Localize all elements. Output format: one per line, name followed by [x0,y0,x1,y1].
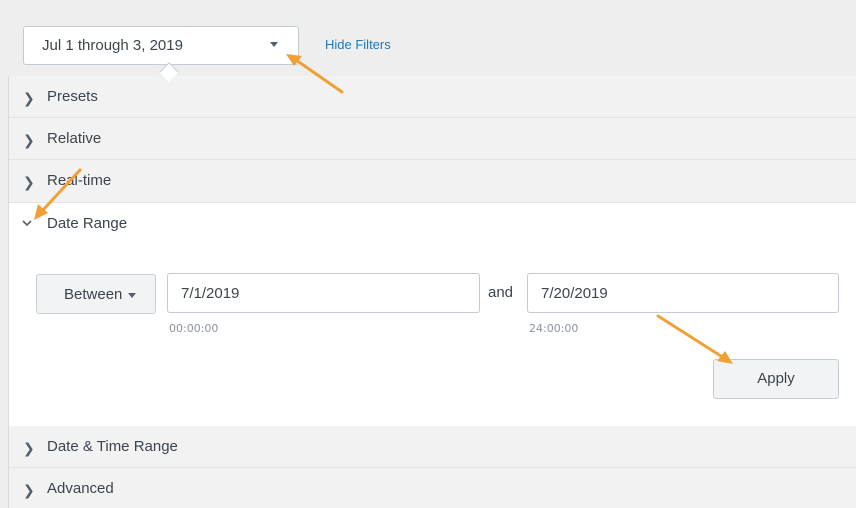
accordion-advanced-label: Advanced [47,480,114,497]
accordion-date-range-label: Date Range [47,215,128,232]
chevron-right-icon: ❯ [23,440,35,456]
chevron-right-icon: ❯ [23,174,35,190]
range-mode-dropdown[interactable]: Between [36,274,156,314]
latest-time-hint: 24:00:00 [529,322,579,335]
time-range-picker[interactable]: Jul 1 through 3, 2019 [23,26,299,82]
chevron-right-icon: ❯ [23,132,35,148]
accordion-relative[interactable]: ❯ Relative [9,118,856,160]
chevron-right-icon: ❯ [23,482,35,498]
accordion-date-time-range[interactable]: ❯ Date & Time Range [9,426,856,468]
time-range-label: Jul 1 through 3, 2019 [42,37,183,54]
hide-filters-link[interactable]: Hide Filters [325,37,391,52]
latest-date-input[interactable] [527,273,839,313]
accordion-relative-label: Relative [47,130,102,147]
filter-bar: Jul 1 through 3, 2019 Hide Filters [0,0,856,82]
apply-button[interactable]: Apply [713,359,839,399]
date-range-section: Date Range Between 00:00:00 and 24:00:00… [9,203,856,426]
accordion-presets[interactable]: ❯ Presets [9,76,856,118]
accordion-real-time-label: Real-time [47,172,112,189]
accordion-date-range[interactable]: Date Range [9,203,856,245]
earliest-date-input[interactable] [167,273,480,313]
chevron-down-icon [22,220,32,227]
accordion-real-time[interactable]: ❯ Real-time [9,160,856,203]
accordion-presets-label: Presets [47,88,98,105]
earliest-time-hint: 00:00:00 [169,322,219,335]
range-mode-label: Between [64,286,123,303]
accordion-date-time-range-label: Date & Time Range [47,438,178,455]
caret-down-icon [270,42,278,47]
time-range-popover: ❯ Presets ❯ Relative ❯ Real-time Date Ra… [8,76,856,508]
caret-down-icon [128,293,136,298]
and-label: and [488,284,514,301]
accordion-advanced[interactable]: ❯ Advanced [9,468,856,508]
chevron-right-icon: ❯ [23,90,35,106]
